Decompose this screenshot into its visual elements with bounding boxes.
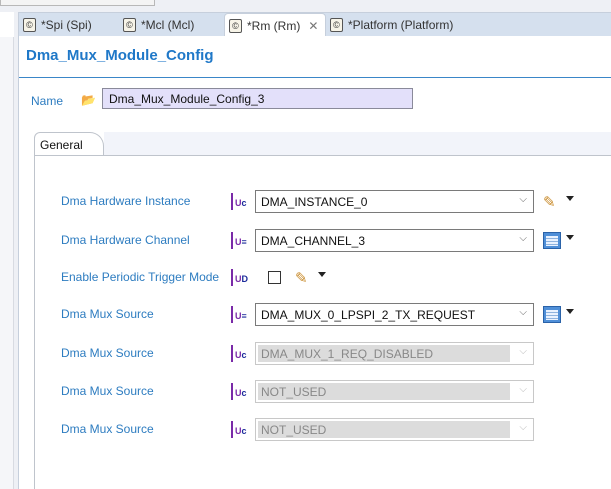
- config-file-icon: ©: [330, 17, 343, 32]
- editor-area: Dma_Mux_Module_Config Name 📂 General Dma…: [18, 36, 611, 489]
- editor-tab-bar: © *Spi (Spi) © *Mcl (Mcl) © *Rm (Rm) ✕ © *Pla…: [18, 12, 611, 37]
- param-type-icon: Uc: [231, 383, 247, 400]
- enable-periodic-trigger-checkbox[interactable]: [268, 271, 281, 284]
- tab-general[interactable]: General: [34, 132, 104, 156]
- close-tab-icon[interactable]: ✕: [308, 19, 318, 33]
- top-input-fragment: [0, 0, 155, 6]
- param-type-icon: UD: [231, 269, 248, 286]
- chevron-down-icon: ⌵: [519, 384, 527, 395]
- param-type-icon: U≡: [231, 306, 247, 323]
- field-label: Enable Periodic Trigger Mode: [61, 270, 220, 284]
- selected-value: NOT_USED: [258, 421, 510, 438]
- dma-mux-source-select-disabled: NOT_USED ⌵: [255, 380, 534, 403]
- dma-mux-source-select[interactable]: DMA_MUX_0_LPSPI_2_TX_REQUEST ⌵: [255, 303, 534, 326]
- folder-icon: 📂: [81, 93, 96, 107]
- calculator-icon[interactable]: [543, 232, 561, 249]
- selected-value: DMA_MUX_0_LPSPI_2_TX_REQUEST: [261, 308, 476, 322]
- config-file-icon: ©: [123, 17, 136, 32]
- name-input[interactable]: [102, 88, 413, 109]
- dma-mux-source-select-disabled: NOT_USED ⌵: [255, 418, 534, 441]
- dropdown-arrow-icon[interactable]: [318, 272, 326, 277]
- field-dma-mux-source-2: Dma Mux Source Uc DMA_MUX_1_REQ_DISABLED…: [19, 342, 611, 366]
- field-label: Dma Hardware Instance: [61, 194, 191, 208]
- field-label: Dma Mux Source: [61, 422, 154, 436]
- config-file-icon: ©: [229, 18, 242, 33]
- selected-value: DMA_INSTANCE_0: [261, 195, 368, 209]
- left-panel: [0, 12, 14, 489]
- field-dma-mux-source-1: Dma Mux Source U≡ DMA_MUX_0_LPSPI_2_TX_R…: [19, 303, 611, 327]
- tab-rm[interactable]: © *Rm (Rm) ✕: [224, 13, 326, 37]
- field-dma-hardware-instance: Dma Hardware Instance Uc DMA_INSTANCE_0 ⌵…: [19, 190, 611, 214]
- name-label: Name: [31, 94, 64, 108]
- edit-icon[interactable]: ✎: [295, 269, 313, 287]
- chevron-down-icon: ⌵: [519, 422, 527, 433]
- param-type-icon: Uc: [231, 421, 247, 438]
- param-type-icon: U≡: [231, 232, 247, 249]
- title-divider: [19, 77, 611, 78]
- field-enable-periodic-trigger-mode: Enable Periodic Trigger Mode UD ✎: [19, 266, 611, 290]
- field-dma-hardware-channel: Dma Hardware Channel U≡ DMA_CHANNEL_3 ⌵: [19, 229, 611, 253]
- dma-hardware-instance-select[interactable]: DMA_INSTANCE_0 ⌵: [255, 190, 534, 213]
- chevron-down-icon: ⌵: [519, 233, 527, 244]
- field-label: Dma Mux Source: [61, 384, 154, 398]
- dma-mux-source-select-disabled: DMA_MUX_1_REQ_DISABLED ⌵: [255, 342, 534, 365]
- field-label: Dma Mux Source: [61, 346, 154, 360]
- field-label: Dma Hardware Channel: [61, 233, 190, 247]
- tab-platform[interactable]: © *Platform (Platform): [326, 13, 476, 36]
- field-dma-mux-source-3: Dma Mux Source Uc NOT_USED ⌵: [19, 380, 611, 404]
- calculator-icon[interactable]: [543, 306, 561, 323]
- tab-mcl[interactable]: © *Mcl (Mcl): [119, 13, 224, 36]
- tab-spi[interactable]: © *Spi (Spi): [19, 13, 119, 36]
- dropdown-arrow-icon[interactable]: [566, 309, 574, 314]
- param-type-icon: Uc: [231, 345, 247, 362]
- page-title: Dma_Mux_Module_Config: [26, 47, 214, 64]
- selected-value: NOT_USED: [258, 383, 510, 400]
- dropdown-arrow-icon[interactable]: [566, 235, 574, 240]
- chevron-down-icon: ⌵: [519, 194, 527, 205]
- edit-icon[interactable]: ✎: [543, 193, 561, 211]
- section-tab-strip: [104, 132, 611, 156]
- dropdown-arrow-icon[interactable]: [566, 196, 574, 201]
- selected-value: DMA_CHANNEL_3: [261, 234, 366, 248]
- chevron-down-icon: ⌵: [519, 346, 527, 357]
- chevron-down-icon: ⌵: [519, 307, 527, 318]
- param-type-icon: Uc: [231, 193, 247, 210]
- dma-hardware-channel-select[interactable]: DMA_CHANNEL_3 ⌵: [255, 229, 534, 252]
- selected-value: DMA_MUX_1_REQ_DISABLED: [258, 345, 510, 362]
- config-file-icon: ©: [23, 17, 36, 32]
- field-dma-mux-source-4: Dma Mux Source Uc NOT_USED ⌵: [19, 418, 611, 442]
- field-label: Dma Mux Source: [61, 307, 154, 321]
